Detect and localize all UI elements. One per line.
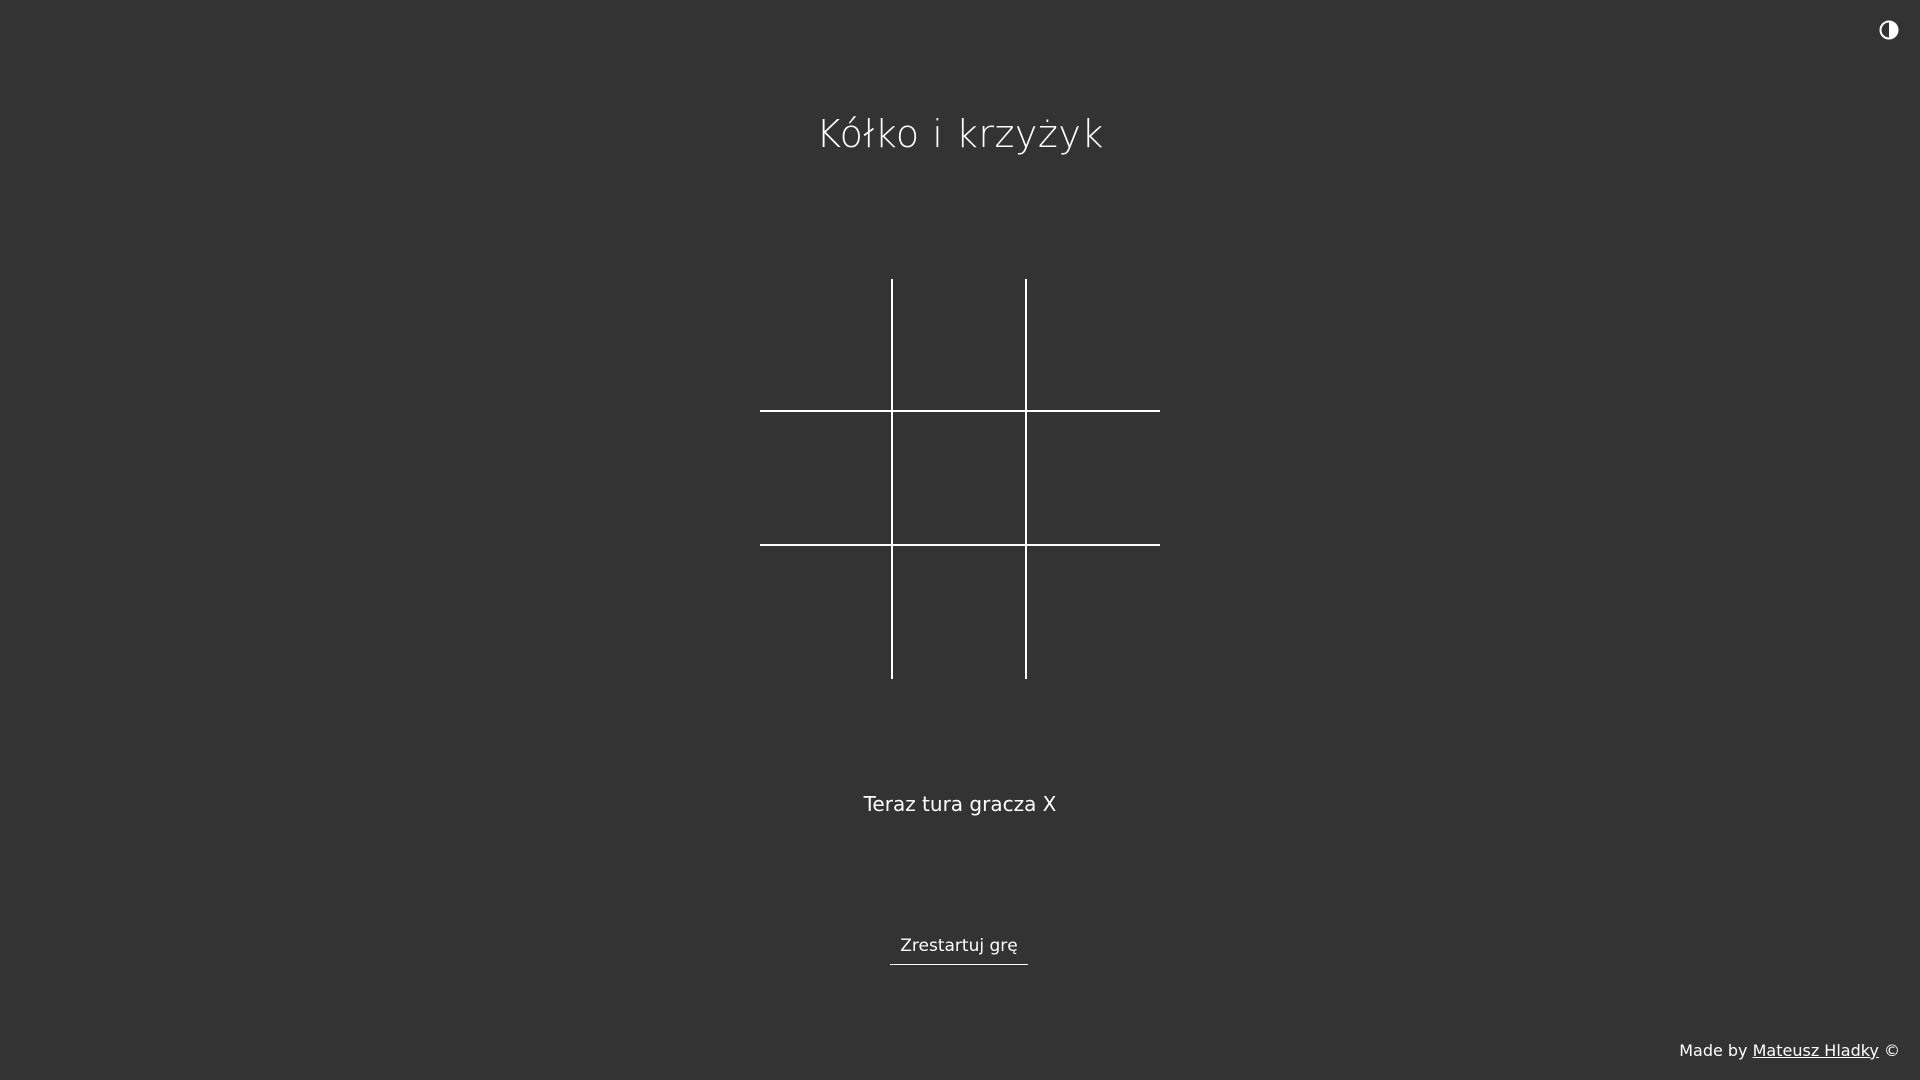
board-cell[interactable] bbox=[760, 279, 894, 413]
board-cell[interactable] bbox=[760, 545, 894, 679]
restart-button[interactable]: Zrestartuj grę bbox=[890, 936, 1028, 965]
board-cell[interactable] bbox=[1026, 279, 1160, 413]
theme-toggle-button[interactable] bbox=[1877, 18, 1901, 42]
board-cell[interactable] bbox=[893, 545, 1027, 679]
footer-prefix: Made by bbox=[1679, 1041, 1753, 1060]
footer-suffix: © bbox=[1878, 1041, 1900, 1060]
game-board bbox=[760, 279, 1160, 679]
board-cell[interactable] bbox=[893, 412, 1027, 546]
author-link[interactable]: Mateusz Hladky bbox=[1753, 1041, 1879, 1060]
page: Kółko i krzyżyk Teraz tura gracza X Zres… bbox=[0, 0, 1920, 1080]
board-cell[interactable] bbox=[1027, 546, 1160, 679]
page-title: Kółko i krzyżyk bbox=[816, 112, 1104, 156]
turn-status: Teraz tura gracza X bbox=[863, 792, 1057, 816]
board-cell[interactable] bbox=[1026, 412, 1160, 546]
board-cell[interactable] bbox=[760, 412, 894, 546]
board-cell[interactable] bbox=[893, 279, 1027, 413]
contrast-icon bbox=[1879, 20, 1899, 40]
footer: Made by Mateusz Hladky © bbox=[1679, 1041, 1900, 1060]
